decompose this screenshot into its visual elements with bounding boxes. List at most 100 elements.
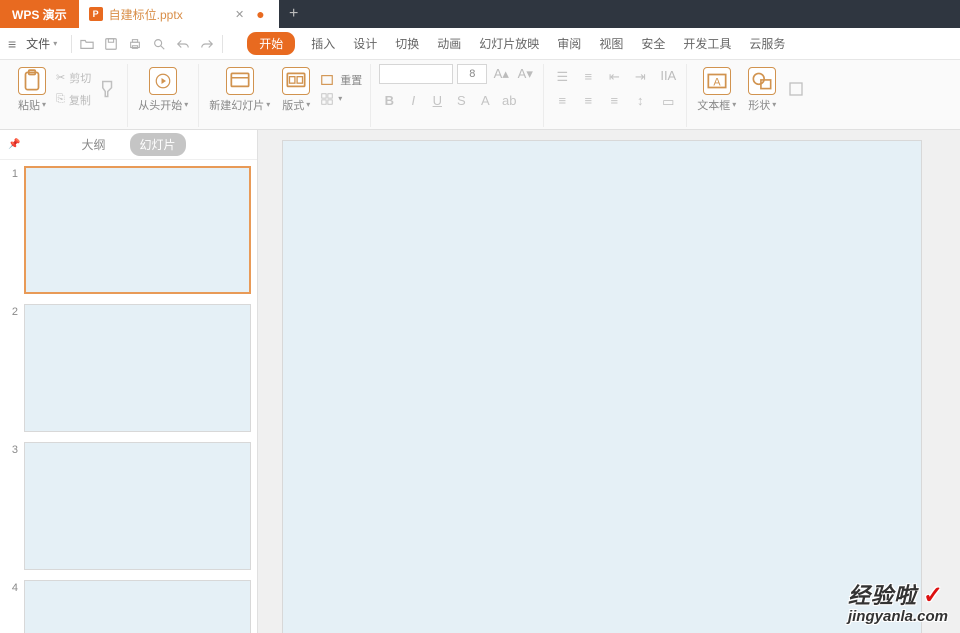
italic-button[interactable]: I (403, 90, 423, 110)
slide-thumbnail[interactable]: 2 (4, 304, 251, 432)
tab-modified-icon: ● (256, 6, 264, 22)
slide-thumbnail[interactable]: 1 (4, 166, 251, 294)
strike-button[interactable]: S (451, 90, 471, 110)
plus-icon: + (289, 5, 298, 23)
slide-thumbnail[interactable]: 4 (4, 580, 251, 633)
clipboard-icon (18, 67, 46, 95)
decrease-indent-button[interactable]: ⇤ (604, 67, 624, 87)
svg-text:A: A (713, 76, 721, 88)
outline-tab[interactable]: 大纲 (71, 133, 115, 156)
section-button[interactable]: ▾ (320, 92, 362, 106)
cut-button[interactable]: ✂ 剪切 (56, 70, 91, 86)
decrease-font-icon[interactable]: A▾ (515, 64, 535, 84)
slideshow-group: 从头开始▾ (128, 64, 199, 127)
font-family-select[interactable] (379, 64, 453, 84)
file-menu-label: 文件 (26, 35, 50, 52)
font-size-select[interactable]: 8 (457, 64, 487, 84)
tab-start[interactable]: 开始 (247, 32, 295, 55)
slide-number: 1 (4, 166, 18, 294)
new-tab-button[interactable]: + (279, 0, 309, 28)
align-right-button[interactable]: ≡ (604, 91, 624, 111)
divider (71, 35, 72, 53)
align-center-button[interactable]: ≡ (578, 91, 598, 111)
copy-button[interactable]: ⎘ 复制 (56, 92, 91, 108)
new-slide-button[interactable]: 新建幻灯片▾ (207, 65, 272, 113)
underline-button[interactable]: U (427, 90, 447, 110)
ribbon-tabs: 开始 插入 设计 切换 动画 幻灯片放映 审阅 视图 安全 开发工具 云服务 (247, 31, 787, 56)
print-icon[interactable] (128, 37, 142, 51)
tab-dev[interactable]: 开发工具 (681, 31, 733, 56)
open-icon[interactable] (80, 37, 94, 51)
slides-tab[interactable]: 幻灯片 (130, 133, 186, 156)
reset-button[interactable]: 重置 (320, 72, 362, 88)
align-text-button[interactable]: ▭ (658, 92, 678, 112)
from-beginning-button[interactable]: 从头开始▾ (136, 65, 190, 113)
document-name: 自建标位.pptx (109, 6, 183, 23)
redo-icon[interactable] (200, 37, 214, 51)
line-spacing-button[interactable]: ↕ (630, 91, 650, 111)
layout-button[interactable]: 版式▾ (280, 65, 312, 113)
shapes-icon (748, 67, 776, 95)
highlight-button[interactable]: ab (499, 90, 519, 110)
side-panel-header: 📌 大纲 幻灯片 (0, 130, 257, 160)
tab-review[interactable]: 审阅 (555, 31, 583, 56)
divider (222, 35, 223, 53)
slide-list[interactable]: 1 2 3 4 (0, 160, 257, 633)
tab-transition[interactable]: 切换 (393, 31, 421, 56)
text-direction-button[interactable]: IIA (658, 66, 678, 86)
document-tab[interactable]: P 自建标位.pptx ✕ ● (79, 0, 279, 28)
format-painter-icon[interactable] (99, 79, 119, 99)
numbering-button[interactable]: ≡ (578, 67, 598, 87)
watermark-url: jingyanla.com (848, 608, 948, 625)
tab-security[interactable]: 安全 (639, 31, 667, 56)
slide-number: 3 (4, 442, 18, 570)
tab-cloud[interactable]: 云服务 (747, 31, 787, 56)
print-preview-icon[interactable] (152, 37, 166, 51)
shapes-button[interactable]: 形状▾ (746, 65, 778, 113)
watermark-text: 经验啦 (848, 578, 917, 610)
tab-animation[interactable]: 动画 (435, 31, 463, 56)
tab-design[interactable]: 设计 (351, 31, 379, 56)
slide-number: 2 (4, 304, 18, 432)
play-icon (149, 67, 177, 95)
increase-indent-button[interactable]: ⇥ (630, 67, 650, 87)
app-tab-label: WPS 演示 (12, 6, 67, 23)
tab-close-icon[interactable]: ✕ (235, 8, 244, 21)
thumbnail-image (24, 166, 251, 294)
thumbnail-image (24, 580, 251, 633)
watermark: 经验啦 ✓ jingyanla.com (848, 578, 948, 625)
tab-view[interactable]: 视图 (597, 31, 625, 56)
slide-thumbnail[interactable]: 3 (4, 442, 251, 570)
slide-canvas[interactable] (282, 140, 922, 633)
tab-slideshow[interactable]: 幻灯片放映 (477, 31, 541, 56)
drawing-group: A 文本框▾ 形状▾ (687, 64, 814, 127)
font-color-button[interactable]: A (475, 90, 495, 110)
bold-button[interactable]: B (379, 90, 399, 110)
hamburger-icon[interactable]: ≡ (8, 36, 16, 52)
canvas-area[interactable] (258, 130, 960, 633)
font-style-row: B I U S A ab (379, 90, 519, 110)
align-left-button[interactable]: ≡ (552, 91, 572, 111)
slides-group: 新建幻灯片▾ 版式▾ 重置 ▾ (199, 64, 371, 127)
font-group: 8 A▴ A▾ B I U S A ab (371, 64, 544, 127)
group-spacer (66, 115, 69, 127)
titlebar: WPS 演示 P 自建标位.pptx ✕ ● + (0, 0, 960, 28)
app-tab[interactable]: WPS 演示 (0, 0, 79, 28)
textbox-button[interactable]: A 文本框▾ (695, 65, 738, 113)
layout-icon (282, 67, 310, 95)
slides-panel: 📌 大纲 幻灯片 1 2 3 4 (0, 130, 258, 633)
file-menu[interactable]: 文件 ▾ (20, 35, 63, 52)
bullets-button[interactable]: ☰ (552, 67, 572, 87)
thumbnail-image (24, 442, 251, 570)
thumbnail-image (24, 304, 251, 432)
save-icon[interactable] (104, 37, 118, 51)
increase-font-icon[interactable]: A▴ (491, 64, 511, 84)
pin-icon[interactable]: 📌 (8, 139, 20, 150)
tab-insert[interactable]: 插入 (309, 31, 337, 56)
slide-number: 4 (4, 580, 18, 633)
workspace: 📌 大纲 幻灯片 1 2 3 4 (0, 130, 960, 633)
paste-button[interactable]: 粘贴▾ (16, 65, 48, 113)
menubar: ≡ 文件 ▾ 开始 插入 设计 切换 动画 幻灯片放映 审阅 视图 (0, 28, 960, 60)
more-shapes-icon[interactable] (786, 79, 806, 99)
undo-icon[interactable] (176, 37, 190, 51)
